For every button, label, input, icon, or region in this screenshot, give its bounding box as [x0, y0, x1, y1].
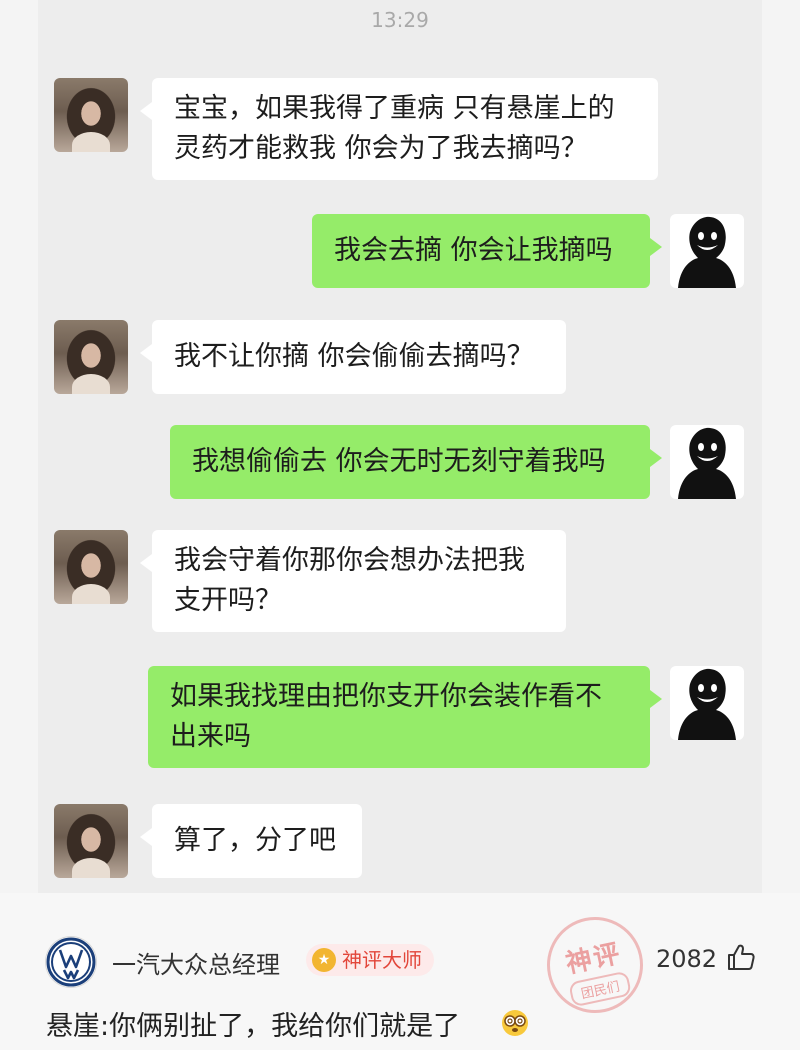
message-line: 灵药才能救我 你会为了我去摘吗？: [174, 133, 588, 164]
dizzy-eyes-emoji-icon: [500, 1008, 530, 1042]
badge-label: 神评大师: [342, 948, 422, 972]
message-bubble-outgoing: 如果我找理由把你支开你会装作看不 出来吗: [148, 666, 662, 768]
message-line: 我会守着你那你会想办法把我: [174, 545, 525, 576]
message-line: 我会去摘 你会让我摘吗: [334, 235, 613, 266]
message-bubble-outgoing: 我会去摘 你会让我摘吗: [312, 214, 662, 288]
shadow-avatar[interactable]: [670, 666, 744, 740]
vw-logo-icon[interactable]: [46, 937, 96, 987]
left-margin: [0, 0, 38, 893]
right-margin: [762, 0, 800, 893]
girl-avatar[interactable]: [54, 320, 128, 394]
message-line: 我想偷偷去 你会无时无刻守着我吗: [192, 446, 606, 477]
message-line: 算了，分了吧: [174, 825, 336, 856]
message-line: 支开吗？: [174, 585, 282, 616]
message-line: 如果我找理由把你支开你会装作看不: [170, 681, 602, 712]
like-count: 2082: [656, 945, 718, 973]
girl-avatar[interactable]: [54, 78, 128, 152]
comment-text: 悬崖:你俩别扯了，我给你们就是了: [46, 1011, 461, 1042]
girl-avatar[interactable]: [54, 804, 128, 878]
thumbs-up-icon[interactable]: [726, 942, 756, 976]
girl-avatar[interactable]: [54, 530, 128, 604]
message-bubble-incoming: 我会守着你那你会想办法把我 支开吗？: [140, 530, 566, 632]
master-commenter-badge: ★ 神评大师: [306, 944, 434, 976]
message-bubble-incoming: 算了，分了吧: [140, 804, 362, 878]
message-bubble-incoming: 我不让你摘 你会偷偷去摘吗？: [140, 320, 566, 394]
shadow-avatar[interactable]: [670, 425, 744, 499]
message-line: 我不让你摘 你会偷偷去摘吗？: [174, 341, 534, 372]
badge-medal-icon: ★: [312, 948, 336, 972]
chat-timestamp: 13:29: [371, 8, 429, 32]
message-bubble-incoming: 宝宝，如果我得了重病 只有悬崖上的 灵药才能救我 你会为了我去摘吗？: [140, 78, 658, 180]
message-line: 宝宝，如果我得了重病 只有悬崖上的: [174, 93, 615, 124]
message-line: 出来吗: [170, 721, 251, 752]
shadow-avatar[interactable]: [670, 214, 744, 288]
commenter-name[interactable]: 一汽大众总经理: [112, 945, 280, 980]
message-bubble-outgoing: 我想偷偷去 你会无时无刻守着我吗: [170, 425, 662, 499]
